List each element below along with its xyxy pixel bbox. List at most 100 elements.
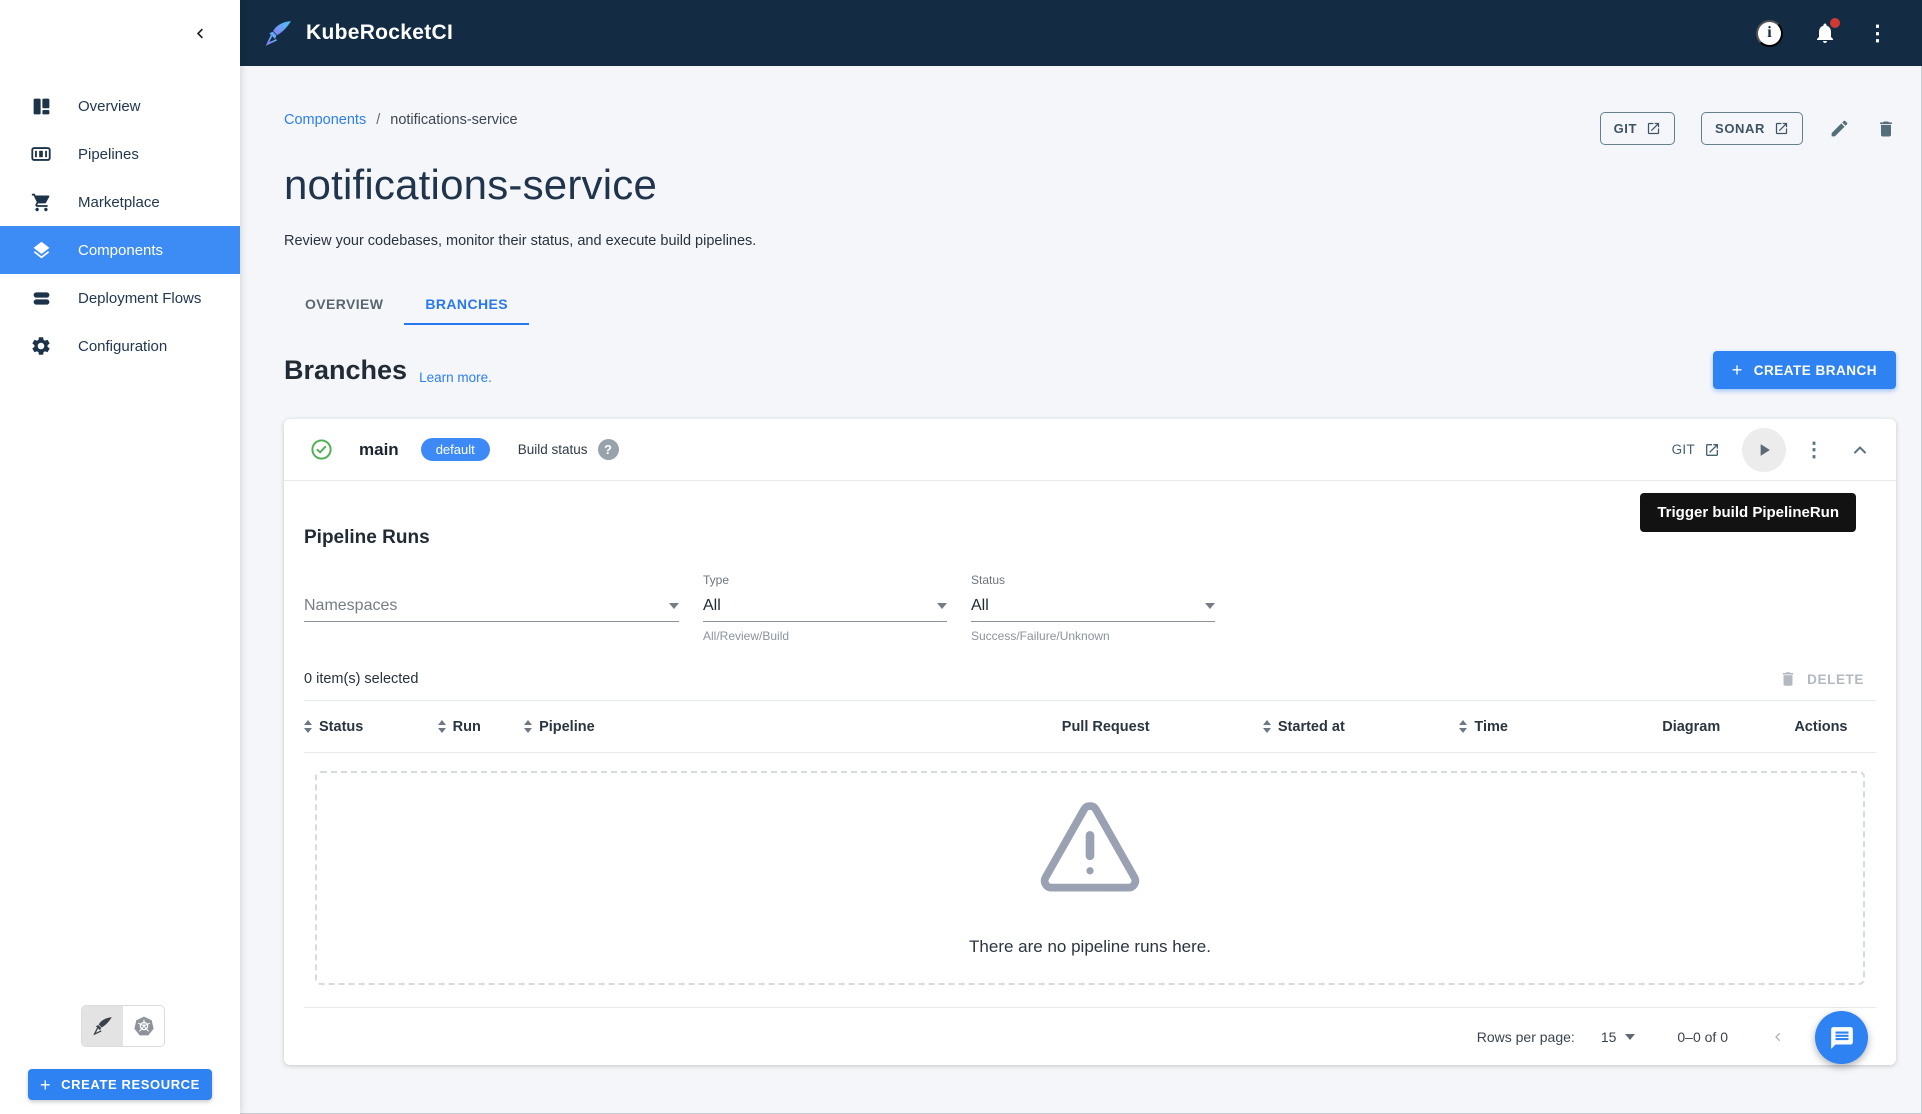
create-resource-button[interactable]: + CREATE RESOURCE <box>28 1069 212 1100</box>
empty-state: There are no pipeline runs here. <box>315 771 1865 985</box>
status-filter-value: All <box>971 597 989 614</box>
status-filter-helper: Success/Failure/Unknown <box>971 629 1110 643</box>
sort-icon <box>524 720 533 733</box>
table-header-row: Status Run Pipeline Pull Request Started… <box>304 701 1876 753</box>
column-time[interactable]: Time <box>1459 719 1616 735</box>
branches-heading: Branches <box>284 354 408 385</box>
breadcrumb-current: notifications-service <box>390 112 518 128</box>
sort-icon <box>1262 720 1271 733</box>
components-layers-icon <box>30 239 52 261</box>
column-label: Started at <box>1277 718 1345 735</box>
sort-icon <box>304 720 312 733</box>
sidebar-item-marketplace[interactable]: Marketplace <box>0 178 240 226</box>
breadcrumb-components-link[interactable]: Components <box>284 112 366 128</box>
column-diagram: Diagram <box>1617 719 1766 735</box>
header-menu-kebab-icon[interactable]: ⋮ <box>1867 23 1888 44</box>
overview-icon <box>30 95 52 117</box>
cluster-view-toggle <box>81 1005 165 1047</box>
sidebar-item-configuration[interactable]: Configuration <box>0 322 240 370</box>
status-filter[interactable]: Status All Success/Failure/Unknown <box>971 573 1215 643</box>
status-filter-label: Status <box>971 573 1006 587</box>
pipeline-runs-filters: Namespaces Type All All/Review/Build Sta… <box>304 573 1876 643</box>
top-header: KubeRocketCI i ⋮ <box>0 0 1922 66</box>
dropdown-caret-icon <box>937 603 947 609</box>
branch-git-label: GIT <box>1671 442 1695 457</box>
branch-menu-kebab-icon[interactable]: ⋮ <box>1804 437 1824 462</box>
previous-page-chevron-icon[interactable] <box>1772 1028 1784 1046</box>
column-pipeline[interactable]: Pipeline <box>524 719 948 735</box>
column-label: Status <box>319 718 364 735</box>
sidebar-item-overview[interactable]: Overview <box>0 82 240 130</box>
sidebar-item-pipelines[interactable]: Pipelines <box>0 130 240 178</box>
selection-count: 0 item(s) selected <box>304 671 419 687</box>
help-icon[interactable]: ? <box>597 439 619 460</box>
create-branch-button[interactable]: + CREATE BRANCH <box>1712 351 1896 389</box>
branch-git-link[interactable]: GIT <box>1672 442 1720 458</box>
plus-icon: + <box>40 1074 52 1095</box>
chat-fab-button[interactable] <box>1815 1011 1868 1064</box>
branch-summary-row[interactable]: main default Build status ? GIT ⋮ <box>284 419 1896 481</box>
tab-overview[interactable]: OVERVIEW <box>284 283 404 325</box>
rows-per-page-label: Rows per page: <box>1476 1028 1575 1045</box>
column-label: Pipeline <box>539 718 595 735</box>
type-filter-value: All <box>703 597 721 614</box>
delete-label: DELETE <box>1807 671 1864 687</box>
page-title: notifications-service <box>284 161 658 208</box>
tabs: OVERVIEW BRANCHES <box>284 283 1896 325</box>
sidebar-collapse-icon[interactable] <box>193 26 208 41</box>
collapse-chevron-up-icon[interactable] <box>1850 440 1870 460</box>
column-pull-request: Pull Request <box>949 719 1263 735</box>
type-filter[interactable]: Type All All/Review/Build <box>703 573 947 643</box>
build-status-label: Build status <box>517 442 588 457</box>
chat-icon <box>1830 1026 1853 1049</box>
marketplace-cart-icon <box>30 191 52 213</box>
sidebar-item-components[interactable]: Components <box>0 226 240 274</box>
column-run[interactable]: Run <box>437 719 524 735</box>
breadcrumb-separator: / <box>376 112 381 128</box>
warning-triangle-icon <box>1035 799 1145 899</box>
create-branch-label: CREATE BRANCH <box>1753 362 1877 378</box>
sonar-button[interactable]: SONAR <box>1701 112 1803 145</box>
rocket-logo-icon <box>264 18 294 48</box>
sidebar: Overview Pipelines Marketplace Component… <box>0 0 240 1114</box>
kubernetes-view-toggle-icon[interactable] <box>123 1006 164 1046</box>
branch-card: main default Build status ? GIT ⋮ Trigge… <box>284 419 1896 1065</box>
notifications-bell-icon[interactable] <box>1813 18 1840 45</box>
pagination: Rows per page: 15 0–0 of 0 <box>304 1007 1876 1065</box>
info-icon[interactable]: i <box>1756 19 1783 47</box>
sort-icon <box>1459 720 1468 733</box>
column-label: Diagram <box>1662 718 1721 735</box>
dropdown-caret-icon <box>669 603 679 609</box>
type-filter-label: Type <box>703 573 730 587</box>
page-subtitle: Review your codebases, monitor their sta… <box>284 233 757 249</box>
trigger-build-tooltip: Trigger build PipelineRun <box>1640 493 1856 532</box>
breadcrumb: Components / notifications-service <box>284 112 518 128</box>
sidebar-item-label: Pipelines <box>78 145 139 163</box>
learn-more-link[interactable]: Learn more. <box>419 370 492 385</box>
column-status[interactable]: Status <box>304 719 438 735</box>
dropdown-caret-icon <box>1625 1033 1636 1040</box>
edit-pencil-icon[interactable] <box>1829 118 1850 139</box>
main-content: Components / notifications-service GIT S… <box>240 66 1922 1114</box>
default-branch-chip: default <box>420 438 490 461</box>
configuration-gear-icon <box>30 335 52 357</box>
delete-trash-icon[interactable] <box>1876 119 1896 139</box>
create-resource-label: CREATE RESOURCE <box>61 1077 200 1092</box>
type-filter-helper: All/Review/Build <box>703 629 790 643</box>
pipelines-icon <box>30 143 52 165</box>
rows-per-page-value: 15 <box>1600 1028 1617 1045</box>
delete-selected-button[interactable]: DELETE <box>1779 670 1876 688</box>
git-button[interactable]: GIT <box>1599 112 1676 145</box>
empty-state-message: There are no pipeline runs here. <box>969 937 1211 956</box>
tab-branches[interactable]: BRANCHES <box>404 283 529 325</box>
namespaces-filter[interactable]: Namespaces <box>304 573 679 642</box>
column-started-at[interactable]: Started at <box>1262 718 1460 735</box>
rows-per-page-select[interactable]: 15 <box>1601 1029 1636 1045</box>
external-link-icon <box>1646 121 1661 136</box>
sidebar-item-deployment-flows[interactable]: Deployment Flows <box>0 274 240 322</box>
rocket-view-toggle-icon[interactable] <box>82 1006 123 1046</box>
trigger-build-play-icon[interactable] <box>1742 427 1786 472</box>
column-actions: Actions <box>1766 719 1876 735</box>
app-title: KubeRocketCI <box>306 21 454 44</box>
git-button-label: GIT <box>1613 121 1638 136</box>
